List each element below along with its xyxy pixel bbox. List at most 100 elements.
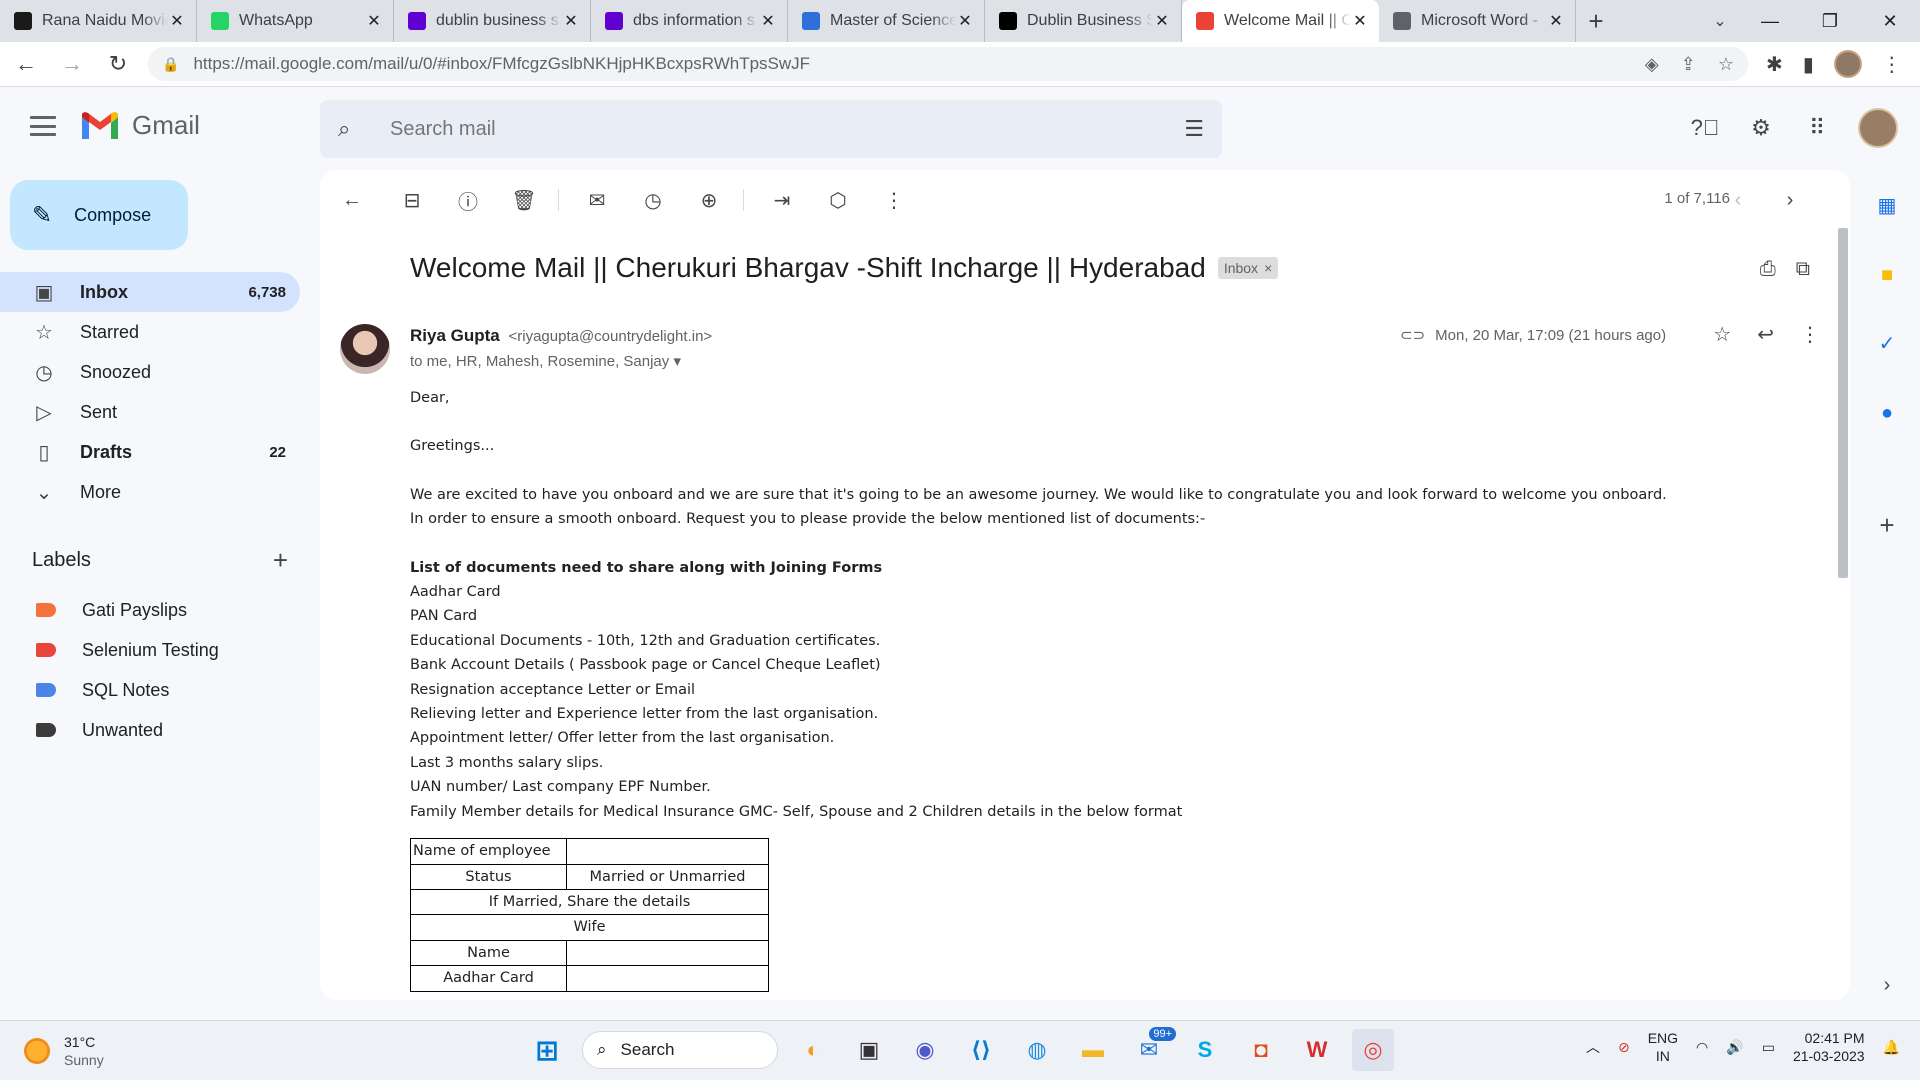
widgets-icon[interactable]: ◐ xyxy=(792,1029,834,1071)
close-window-icon[interactable]: ✕ xyxy=(1860,0,1920,42)
browser-profile-avatar[interactable] xyxy=(1833,50,1862,78)
notifications-bell-icon[interactable]: 🔔 xyxy=(1883,1039,1900,1056)
settings-gear-icon[interactable]: ⚙ xyxy=(1746,113,1776,143)
browser-tab[interactable]: Dublin Business S ✕ xyxy=(985,0,1182,42)
move-to-icon[interactable]: ⇥ xyxy=(762,180,802,220)
browser-tab[interactable]: dublin business s ✕ xyxy=(394,0,591,42)
close-tab-icon[interactable]: ✕ xyxy=(956,11,974,31)
search-input[interactable] xyxy=(390,117,1185,141)
close-tab-icon[interactable]: ✕ xyxy=(1547,11,1565,31)
message-more-icon[interactable]: ⋮ xyxy=(1800,322,1820,347)
inbox-chip[interactable]: Inbox × xyxy=(1217,257,1279,279)
browser-menu-icon[interactable]: ⋮ xyxy=(1882,52,1902,77)
label-item[interactable]: Unwanted xyxy=(0,710,300,750)
skype-icon[interactable]: S xyxy=(1184,1029,1226,1071)
tab-search-chevron-icon[interactable]: ⌄ xyxy=(1700,0,1740,42)
keep-icon[interactable]: ■ xyxy=(1872,260,1902,290)
search-icon[interactable]: ⌕ xyxy=(338,116,368,142)
teams-chat-icon[interactable]: ◉ xyxy=(904,1029,946,1071)
archive-icon[interactable]: ⊟ xyxy=(392,180,432,220)
email-scrollbar[interactable] xyxy=(1836,228,1850,578)
lock-icon[interactable]: 🔒 xyxy=(162,56,179,73)
sidebar-item-sent[interactable]: ▷ Sent xyxy=(0,392,300,432)
close-tab-icon[interactable]: ✕ xyxy=(365,11,383,31)
browser-tab[interactable]: Welcome Mail || C ✕ xyxy=(1182,0,1379,42)
office-icon[interactable]: ◘ xyxy=(1240,1029,1282,1071)
star-message-icon[interactable]: ☆ xyxy=(1713,322,1731,347)
browser-tab[interactable]: Master of Science ✕ xyxy=(788,0,985,42)
gmail-logo[interactable]: Gmail xyxy=(80,110,200,141)
bookmark-star-icon[interactable]: ☆ xyxy=(1718,54,1734,75)
url-text[interactable]: https://mail.google.com/mail/u/0/#inbox/… xyxy=(193,54,1644,74)
label-item[interactable]: Selenium Testing xyxy=(0,630,300,670)
weather-widget[interactable]: 31°C Sunny xyxy=(24,1033,104,1069)
print-icon[interactable]: ⎙ xyxy=(1760,258,1776,281)
battery-icon[interactable]: ▭ xyxy=(1762,1039,1775,1056)
file-explorer-icon[interactable]: ▬ xyxy=(1072,1029,1114,1071)
sender-name[interactable]: Riya Gupta xyxy=(410,326,500,345)
taskbar-search[interactable]: ⌕ Search xyxy=(582,1031,778,1069)
forward-arrow-icon[interactable]: → xyxy=(52,44,92,84)
newer-chevron-icon[interactable]: ‹ xyxy=(1718,180,1758,220)
network-status-icon[interactable]: ⊘ xyxy=(1618,1039,1630,1056)
delete-icon[interactable]: 🗑 xyxy=(504,180,544,220)
back-to-inbox-icon[interactable]: ← xyxy=(332,180,372,220)
close-tab-icon[interactable]: ✕ xyxy=(759,11,777,31)
side-panel-icon[interactable]: ▮ xyxy=(1803,52,1814,77)
report-spam-icon[interactable]: ⓘ xyxy=(448,180,488,220)
scrollbar-thumb[interactable] xyxy=(1838,228,1848,578)
clock[interactable]: 02:41 PM 21-03-2023 xyxy=(1793,1029,1865,1065)
open-new-window-icon[interactable]: ⧉ xyxy=(1796,258,1810,281)
windows-start-icon[interactable]: ⊞ xyxy=(526,1029,568,1071)
sidebar-item-drafts[interactable]: ▯ Drafts 22 xyxy=(0,432,300,472)
share-icon[interactable]: ⇪ xyxy=(1681,54,1696,75)
show-hidden-icons-chevron[interactable]: ︿ xyxy=(1586,1037,1600,1057)
main-menu-icon[interactable] xyxy=(30,116,56,136)
show-details-icon[interactable]: ▾ xyxy=(673,353,681,370)
add-task-icon[interactable]: ⊕ xyxy=(689,180,729,220)
address-bar[interactable]: 🔒 https://mail.google.com/mail/u/0/#inbo… xyxy=(148,47,1748,81)
mail-app-icon[interactable]: ✉ 99+ xyxy=(1128,1027,1176,1071)
snooze-icon[interactable]: ◷ xyxy=(633,180,673,220)
close-tab-icon[interactable]: ✕ xyxy=(1351,11,1369,31)
sidebar-item-starred[interactable]: ☆ Starred xyxy=(0,312,300,352)
sender-avatar[interactable] xyxy=(340,324,390,374)
contacts-icon[interactable]: ● xyxy=(1872,398,1902,428)
maximize-icon[interactable]: ❐ xyxy=(1800,0,1860,42)
task-view-icon[interactable]: ▣ xyxy=(848,1029,890,1071)
reload-icon[interactable]: ↻ xyxy=(98,44,138,84)
new-tab-icon[interactable]: + xyxy=(1576,0,1616,42)
compose-button[interactable]: ✎ Compose xyxy=(10,180,188,250)
reply-icon[interactable]: ↩ xyxy=(1757,322,1774,347)
chrome-icon[interactable]: ◎ xyxy=(1352,1029,1394,1071)
volume-icon[interactable]: 🔊 xyxy=(1726,1039,1743,1056)
label-item[interactable]: SQL Notes xyxy=(0,670,300,710)
close-tab-icon[interactable]: ✕ xyxy=(562,11,580,31)
minimize-icon[interactable]: — xyxy=(1740,0,1800,42)
remove-label-icon[interactable]: × xyxy=(1264,260,1272,276)
browser-tab[interactable]: Rana Naidu Movie ✕ xyxy=(0,0,197,42)
language-indicator[interactable]: ENG IN xyxy=(1648,1029,1678,1065)
eye-slash-icon[interactable]: ◈ xyxy=(1645,54,1659,75)
sidebar-item-inbox[interactable]: ▣ Inbox 6,738 xyxy=(0,272,300,312)
wps-office-icon[interactable]: W xyxy=(1296,1029,1338,1071)
more-actions-icon[interactable]: ⋮ xyxy=(874,180,914,220)
close-tab-icon[interactable]: ✕ xyxy=(168,11,186,31)
older-chevron-icon[interactable]: › xyxy=(1770,180,1810,220)
extensions-puzzle-icon[interactable]: ✱ xyxy=(1766,52,1783,77)
sidebar-item-more[interactable]: ⌄ More xyxy=(0,472,300,512)
browser-tab[interactable]: dbs information s ✕ xyxy=(591,0,788,42)
browser-tab[interactable]: WhatsApp ✕ xyxy=(197,0,394,42)
mark-unread-icon[interactable]: ✉ xyxy=(577,180,617,220)
edge-icon[interactable]: ◍ xyxy=(1016,1029,1058,1071)
back-arrow-icon[interactable]: ← xyxy=(6,44,46,84)
browser-tab[interactable]: Microsoft Word - ✕ xyxy=(1379,0,1576,42)
label-item[interactable]: Gati Payslips xyxy=(0,590,300,630)
label-icon[interactable]: ⬡ xyxy=(818,180,858,220)
search-options-icon[interactable]: ☰ xyxy=(1184,116,1204,142)
close-tab-icon[interactable]: ✕ xyxy=(1153,11,1171,31)
wifi-icon[interactable]: ◠ xyxy=(1696,1039,1708,1056)
get-addons-icon[interactable]: + xyxy=(1872,510,1902,540)
expand-panel-icon[interactable]: › xyxy=(1872,970,1902,1000)
sidebar-item-snoozed[interactable]: ◷ Snoozed xyxy=(0,352,300,392)
